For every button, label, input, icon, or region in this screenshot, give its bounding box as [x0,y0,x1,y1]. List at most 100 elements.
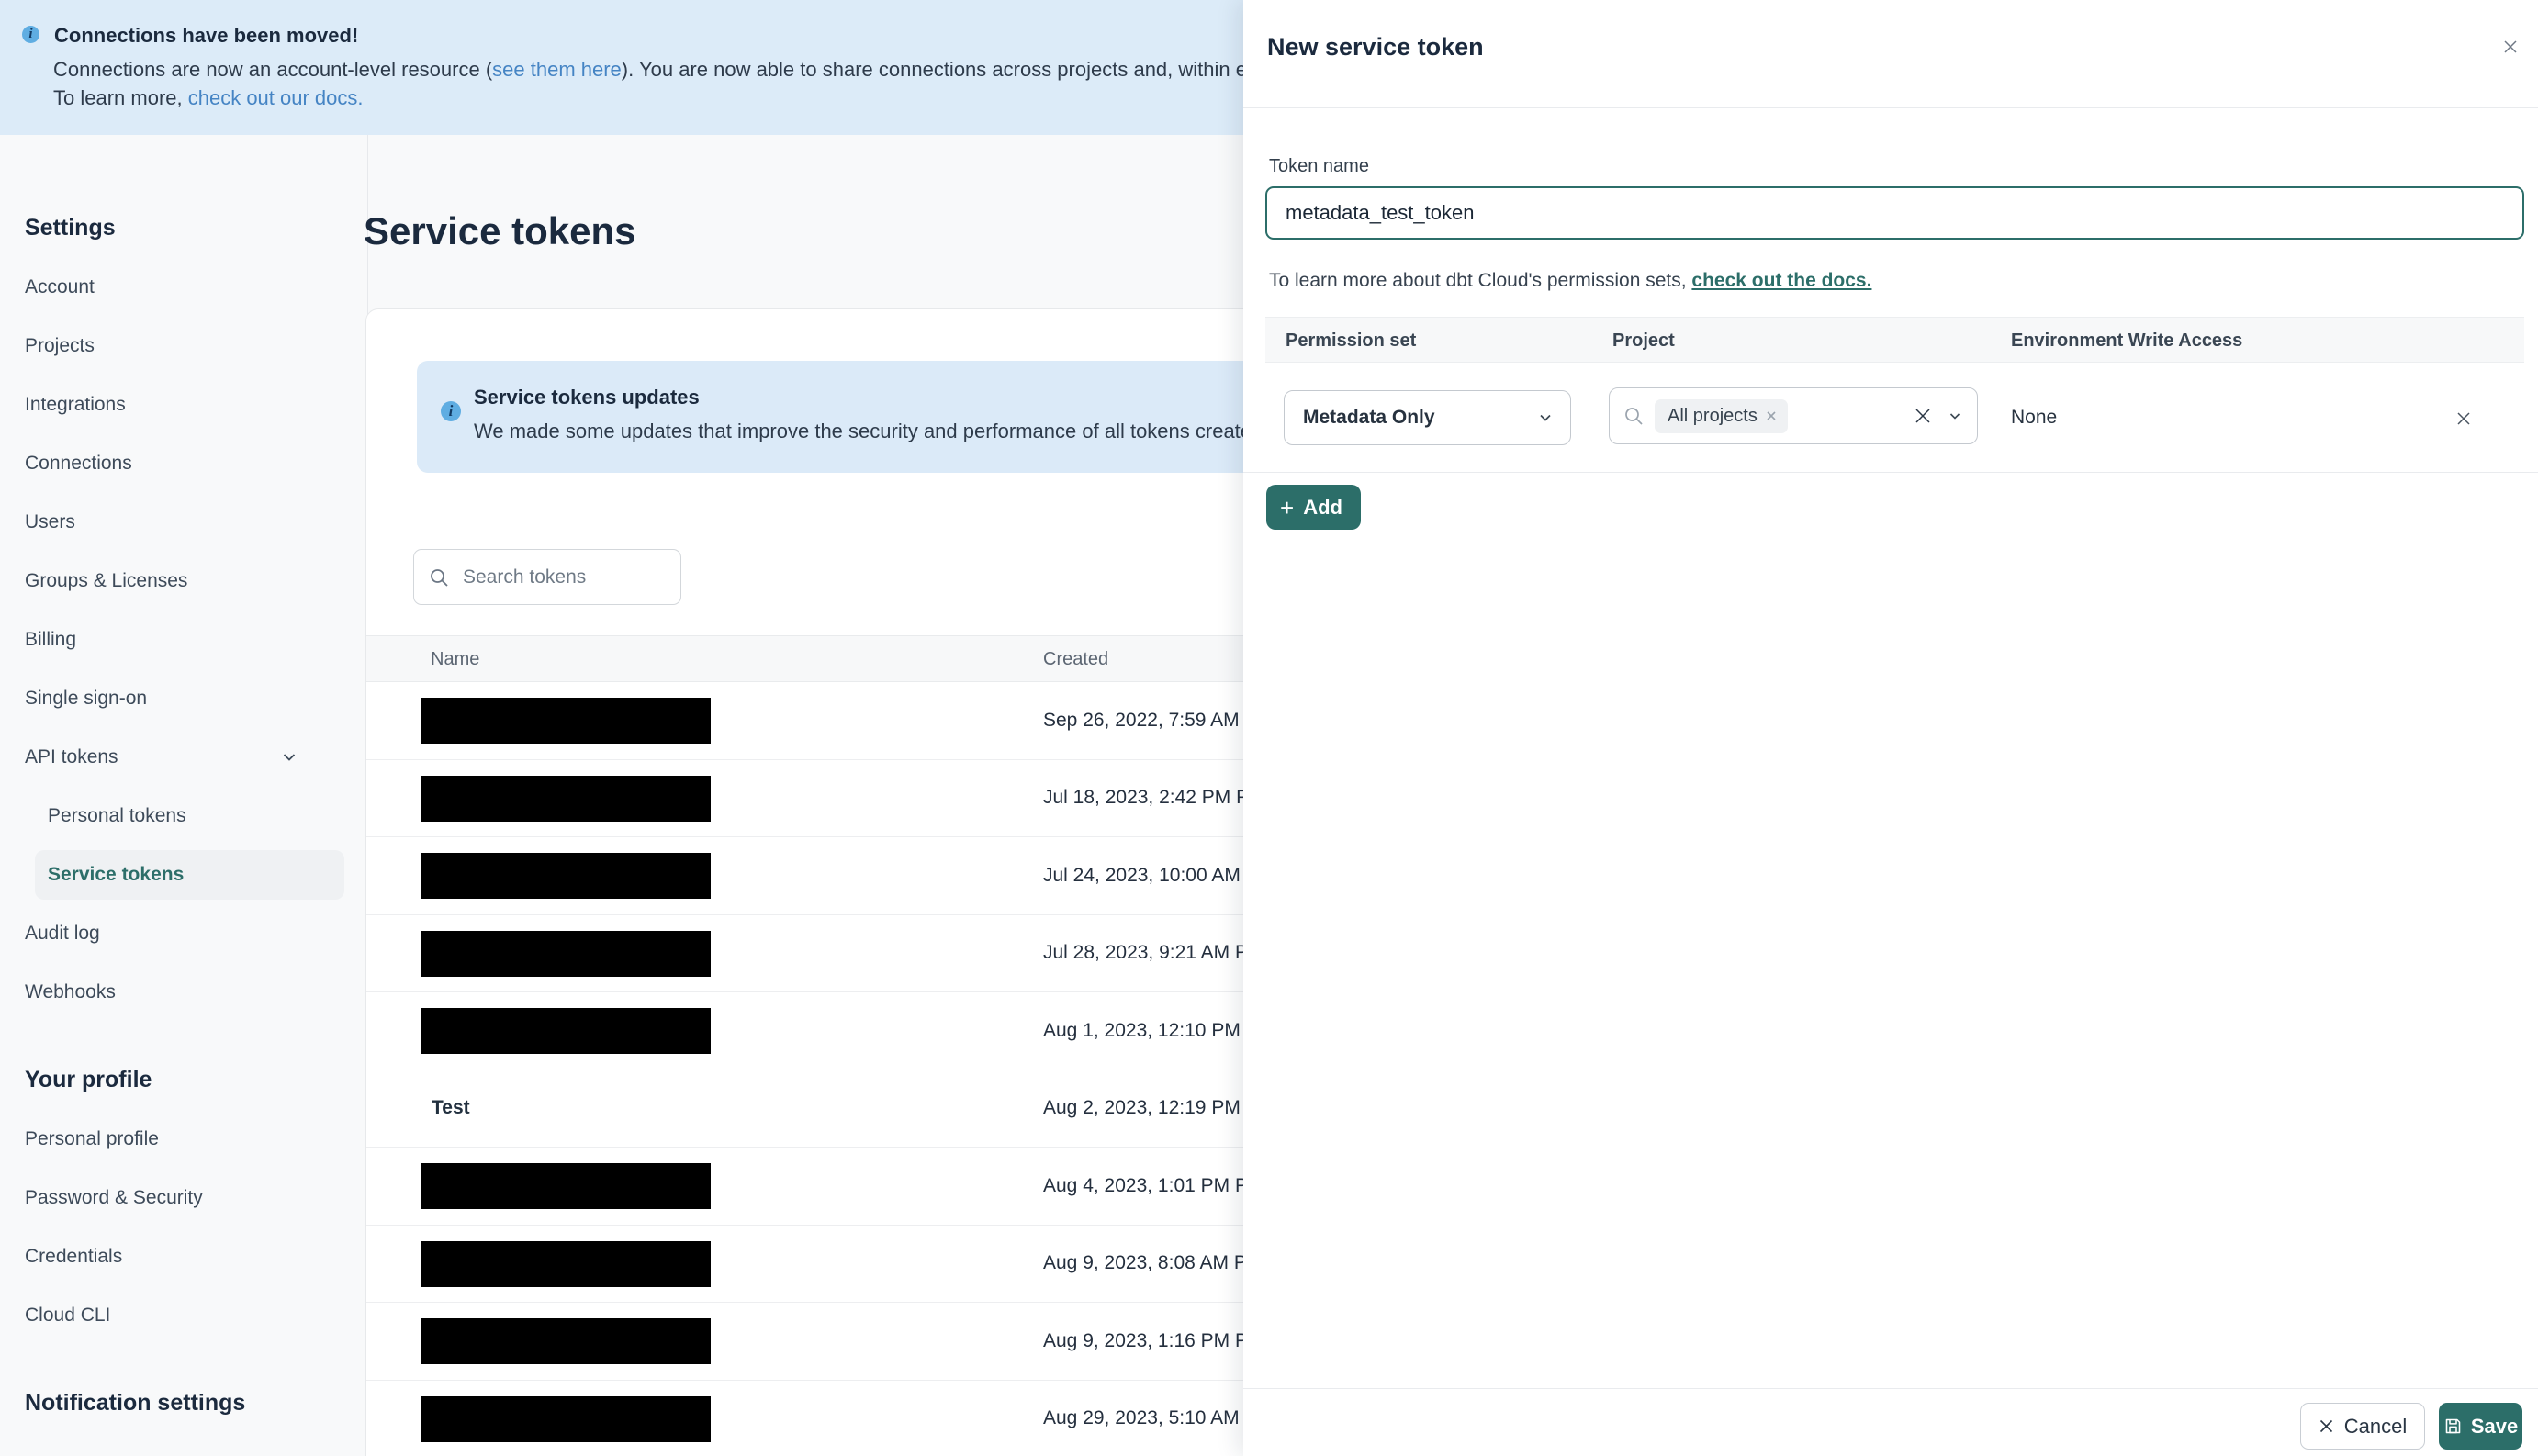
cancel-x-icon [2319,1418,2334,1434]
add-permission-button[interactable]: + Add [1266,485,1361,530]
token-created-date: Jul 18, 2023, 2:42 PM P [1043,787,1250,809]
updates-body: We made some updates that improve the se… [474,420,1263,442]
divider [1243,107,2538,108]
sidebar-item-label: API tokens [25,746,118,767]
project-header: Project [1612,330,1675,351]
info-icon: i [22,26,39,43]
sidebar-item-personal-tokens[interactable]: Personal tokens [0,787,367,846]
redacted-token-name [421,1318,711,1364]
app-window: i Connections have been moved! Connectio… [0,0,2538,1456]
sidebar-item-personal-profile[interactable]: Personal profile [0,1110,367,1169]
redacted-token-name [421,1240,711,1287]
check-docs-link[interactable]: check out the docs. [1691,270,1871,291]
sidebar-item-label: Service tokens [48,864,185,885]
new-service-token-panel: New service token Token name To learn mo… [1243,0,2538,1456]
info-icon: i [441,401,461,421]
search-icon [1623,405,1645,427]
remove-row-icon[interactable] [2446,401,2481,436]
env-write-access-value: None [2011,407,2058,428]
cancel-button[interactable]: Cancel [2300,1403,2425,1450]
sidebar-item-service-tokens[interactable]: Service tokens [35,850,344,900]
chevron-down-icon[interactable] [1948,409,1962,423]
sidebar-item-projects[interactable]: Projects [0,317,367,375]
footer-divider [1243,1388,2538,1389]
divider [1243,472,2538,473]
sidebar-item-password-security[interactable]: Password & Security [0,1169,367,1227]
banner-learn-more: To learn more, check out our docs. [53,86,364,109]
sidebar-item-integrations[interactable]: Integrations [0,375,367,434]
page-title: Service tokens [364,209,636,252]
token-created-date: Aug 4, 2023, 1:01 PM P [1043,1174,1248,1196]
redacted-token-name [421,853,711,899]
sidebar-item-account[interactable]: Account [0,258,367,317]
env-write-access-header: Environment Write Access [2011,330,2243,351]
save-button-label: Save [2470,1414,2519,1438]
sidebar-item-connections[interactable]: Connections [0,434,367,493]
token-created-date: Aug 9, 2023, 1:16 PM P [1043,1329,1248,1351]
sidebar-item-single-sign-on[interactable]: Single sign-on [0,669,367,728]
token-name-input[interactable] [1265,186,2524,240]
redacted-token-name [421,1163,711,1209]
sidebar-heading-your-profile: Your profile [25,1066,152,1092]
panel-title: New service token [1267,33,1484,61]
chip-remove-icon[interactable] [1766,410,1777,421]
permissions-grid-header: Permission set Project Environment Write… [1265,317,2524,363]
sidebar-item-billing[interactable]: Billing [0,610,367,669]
token-created-date: Aug 2, 2023, 12:19 PM P [1043,1097,1259,1119]
see-them-here-link[interactable]: see them here [492,58,622,81]
sidebar-item-label: Integrations [25,394,126,415]
search-icon [428,566,450,588]
token-created-date: Aug 1, 2023, 12:10 PM P [1043,1019,1259,1041]
check-docs-link[interactable]: check out our docs. [188,86,364,109]
sidebar-item-label: Personal tokens [48,805,186,826]
search-input[interactable] [461,565,645,589]
chevron-down-icon [280,748,298,767]
sidebar-heading-notification-settings: Notification settings [25,1389,246,1416]
sidebar-item-label: Users [25,511,75,532]
sidebar-item-label: Single sign-on [25,688,148,709]
banner-body: Connections are now an account-level res… [53,58,1304,81]
plus-icon: + [1280,493,1295,521]
redacted-token-name [421,775,711,822]
sidebar-item-label: Connections [25,453,132,474]
clear-selection-icon[interactable] [1913,406,1933,426]
sidebar-item-credentials[interactable]: Credentials [0,1227,367,1286]
redacted-token-name [421,1395,711,1442]
permission-set-header: Permission set [1286,330,1417,351]
permission-help-text: To learn more about dbt Cloud's permissi… [1269,270,1872,291]
token-created-date: Aug 9, 2023, 8:08 AM P [1043,1252,1247,1274]
sidebar-item-api-tokens[interactable]: API tokens [0,728,367,787]
sidebar-item-label: Password & Security [25,1187,203,1208]
cancel-button-label: Cancel [2343,1414,2408,1438]
redacted-token-name [421,698,711,744]
sidebar-item-label: Account [25,276,95,297]
sidebar-item-label: Cloud CLI [25,1305,111,1326]
save-icon [2443,1417,2463,1436]
add-button-label: Add [1303,495,1342,519]
chevron-down-icon [1537,409,1554,426]
sidebar-item-audit-log[interactable]: Audit log [0,904,367,963]
token-created-date: Jul 24, 2023, 10:00 AM [1043,864,1241,886]
sidebar-item-label: Projects [25,335,95,356]
name-column-header: Name [431,649,480,669]
created-column-header: Created [1043,649,1109,669]
sidebar-item-users[interactable]: Users [0,493,367,552]
redacted-token-name [421,930,711,977]
sidebar-heading-settings: Settings [25,214,116,241]
project-multiselect[interactable]: All projects [1609,387,1978,444]
close-icon[interactable] [2494,30,2527,63]
sidebar-item-cloud-cli[interactable]: Cloud CLI [0,1286,367,1345]
token-name: Test [432,1097,470,1119]
chip-label: All projects [1668,405,1758,426]
token-created-date: Sep 26, 2022, 7:59 AM P [1043,709,1258,731]
all-projects-chip[interactable]: All projects [1655,398,1788,433]
search-box [413,549,681,605]
sidebar-item-webhooks[interactable]: Webhooks [0,963,367,1022]
banner-title: Connections have been moved! [54,24,359,47]
sidebar-nav: Settings Account Projects Integrations Conne… [0,135,368,1456]
save-button[interactable]: Save [2439,1403,2522,1450]
sidebar-item-label: Billing [25,629,77,650]
sidebar-item-groups-licenses[interactable]: Groups & Licenses [0,552,367,610]
permission-set-select[interactable]: Metadata Only [1284,390,1571,445]
token-created-date: Jul 28, 2023, 9:21 AM P [1043,942,1248,964]
